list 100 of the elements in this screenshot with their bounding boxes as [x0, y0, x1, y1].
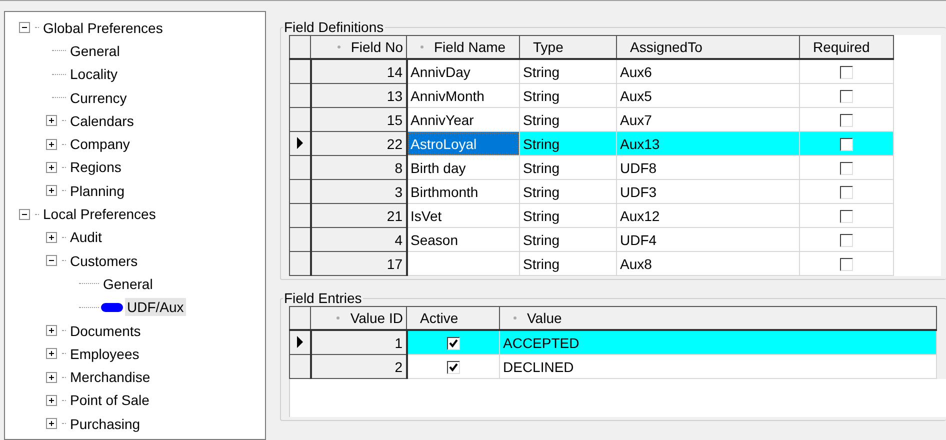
tree-item[interactable]: UDF/Aux — [125, 298, 186, 316]
table-cell: Birthmonth — [406, 180, 520, 204]
checkbox[interactable] — [840, 258, 853, 272]
checkbox[interactable] — [840, 114, 853, 128]
table-cell: DECLINED — [500, 354, 936, 378]
current-row-icon — [296, 336, 304, 348]
table-cell: AnnivDay — [406, 59, 520, 84]
table-cell: 17 — [310, 252, 406, 276]
table-cell: String — [520, 252, 616, 276]
tree-item[interactable]: Purchasing — [68, 414, 142, 433]
table-cell: 15 — [310, 108, 406, 132]
row-header[interactable] — [290, 330, 310, 354]
checkbox[interactable] — [840, 234, 853, 248]
tree-item[interactable]: Locality — [68, 65, 120, 84]
checkbox[interactable] — [840, 138, 853, 152]
row-header[interactable] — [290, 354, 310, 378]
expand-icon[interactable] — [46, 418, 57, 430]
table-cell: String — [520, 156, 616, 180]
expand-icon[interactable] — [46, 185, 57, 196]
table-cell: String — [520, 132, 616, 156]
table-cell: UDF3 — [616, 180, 800, 204]
row-header-corner — [290, 306, 310, 330]
tree-item[interactable]: Point of Sale — [68, 391, 152, 410]
table-cell: 2 — [310, 354, 406, 378]
tree-item[interactable]: Planning — [68, 182, 126, 200]
row-header[interactable] — [290, 108, 310, 132]
table-cell: String — [520, 228, 616, 252]
table-cell: Aux5 — [616, 84, 800, 108]
table-cell: IsVet — [406, 204, 520, 228]
checkbox[interactable] — [840, 162, 853, 176]
tree-item[interactable]: Customers — [68, 252, 140, 270]
row-header[interactable] — [290, 252, 310, 276]
table-cell: String — [520, 59, 616, 84]
tree-item[interactable]: Audit — [68, 228, 104, 246]
column-header[interactable]: Value ID — [310, 306, 406, 330]
tree-item[interactable]: Currency — [68, 88, 129, 107]
table-cell: Birth day — [406, 156, 520, 180]
tree-item[interactable]: Regions — [68, 158, 124, 176]
expand-icon[interactable] — [46, 138, 57, 150]
expand-icon[interactable] — [46, 325, 57, 336]
column-header[interactable]: AssignedTo — [616, 36, 800, 59]
tree-item[interactable]: Local Preferences — [41, 205, 158, 224]
row-header[interactable] — [290, 132, 310, 156]
node-icon — [101, 302, 123, 312]
table-cell: Season — [406, 228, 520, 252]
expand-icon[interactable] — [46, 232, 57, 243]
column-header[interactable]: Field No — [310, 36, 406, 59]
expand-icon[interactable] — [46, 115, 57, 126]
tree-item[interactable]: Merchandise — [68, 368, 152, 386]
collapse-icon[interactable] — [46, 255, 57, 266]
table-cell: AnnivYear — [406, 108, 520, 132]
row-header[interactable] — [290, 228, 310, 252]
group-title: Field Definitions — [283, 19, 385, 35]
column-header[interactable]: Field Name — [406, 36, 520, 59]
row-header[interactable] — [290, 59, 310, 84]
table-cell: ACCEPTED — [500, 330, 936, 354]
tree-item[interactable]: Global Preferences — [41, 18, 165, 37]
checkbox[interactable] — [840, 90, 853, 104]
column-header[interactable]: Type — [520, 36, 616, 59]
checkbox[interactable] — [446, 337, 460, 350]
table-cell: 21 — [310, 204, 406, 228]
column-header[interactable]: Active — [406, 306, 500, 330]
column-header[interactable]: Value — [500, 306, 936, 330]
table-cell: Aux7 — [616, 108, 800, 132]
table-cell: Aux6 — [616, 59, 800, 84]
collapse-icon[interactable] — [19, 22, 30, 34]
expand-icon[interactable] — [46, 348, 57, 360]
table-cell: UDF4 — [616, 228, 800, 252]
table-cell: String — [520, 204, 616, 228]
table-cell: UDF8 — [616, 156, 800, 180]
table-cell: String — [520, 108, 616, 132]
collapse-icon[interactable] — [19, 208, 30, 220]
checkbox[interactable] — [840, 186, 853, 200]
tree-item[interactable]: General — [68, 42, 122, 60]
table-cell: Aux12 — [616, 204, 800, 228]
table-cell: String — [520, 84, 616, 108]
table-cell: 14 — [310, 59, 406, 84]
tree-item[interactable]: Calendars — [68, 112, 136, 130]
table-cell: 3 — [310, 180, 406, 204]
tree-item[interactable]: Employees — [68, 344, 142, 363]
table-cell: AnnivMonth — [406, 84, 520, 108]
row-header[interactable] — [290, 204, 310, 228]
row-header[interactable] — [290, 180, 310, 204]
checkbox[interactable] — [840, 210, 853, 224]
table-cell: 13 — [310, 84, 406, 108]
row-header[interactable] — [290, 84, 310, 108]
column-header[interactable]: Required — [800, 36, 894, 59]
expand-icon[interactable] — [46, 162, 57, 173]
tree-item[interactable]: General — [101, 274, 155, 293]
checkbox[interactable] — [840, 66, 853, 80]
tree-item[interactable]: Company — [68, 135, 132, 154]
table-cell: 1 — [310, 330, 406, 354]
row-header[interactable] — [290, 156, 310, 180]
table-cell: AstroLoyal — [406, 132, 520, 156]
expand-icon[interactable] — [46, 372, 57, 383]
expand-icon[interactable] — [46, 394, 57, 406]
table-cell: String — [520, 180, 616, 204]
checkbox[interactable] — [446, 361, 460, 374]
tree-item[interactable]: Documents — [68, 322, 143, 340]
table-cell: 8 — [310, 156, 406, 180]
